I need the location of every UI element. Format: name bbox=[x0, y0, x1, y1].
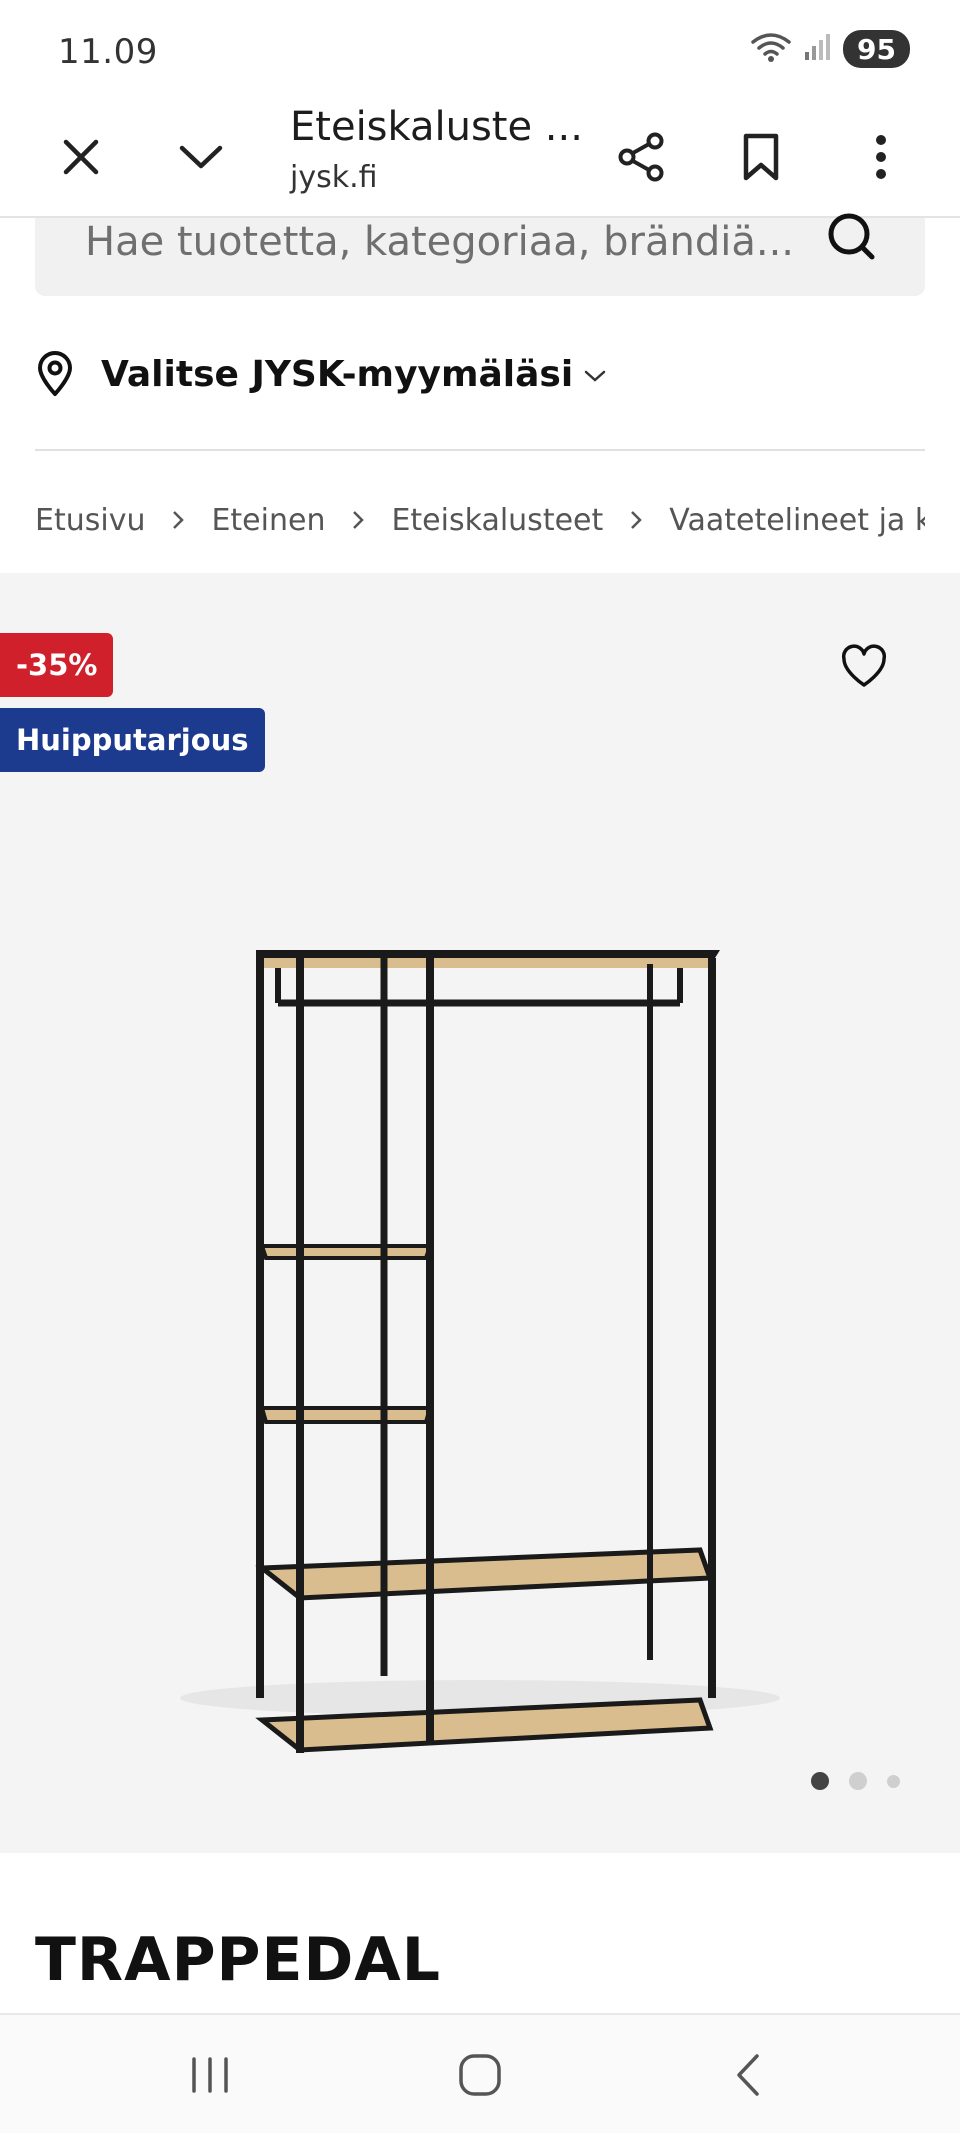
breadcrumb-item-vaatetelineet[interactable]: Vaatetelineet ja kenkä bbox=[669, 503, 925, 538]
chevron-right-icon bbox=[351, 509, 365, 531]
status-bar: 11.09 95 bbox=[0, 0, 960, 100]
divider bbox=[35, 449, 925, 451]
tab-title: Eteiskaluste ... bbox=[290, 104, 583, 150]
search-input[interactable]: Hae tuotetta, kategoriaa, brändiä... bbox=[35, 213, 925, 296]
close-icon bbox=[63, 139, 99, 175]
search-icon bbox=[828, 213, 875, 260]
breadcrumb-item-etusivu[interactable]: Etusivu bbox=[35, 503, 145, 538]
recent-apps-icon bbox=[192, 2057, 228, 2093]
chevron-down-icon bbox=[179, 145, 223, 169]
location-pin-icon bbox=[38, 351, 72, 396]
breadcrumb: Etusivu Eteinen Eteiskalusteet Vaateteli… bbox=[35, 495, 925, 545]
close-button[interactable] bbox=[38, 114, 124, 200]
back-button[interactable] bbox=[708, 2040, 788, 2110]
heart-icon bbox=[841, 644, 887, 687]
search-placeholder: Hae tuotetta, kategoriaa, brändiä... bbox=[85, 219, 795, 265]
product-image bbox=[140, 758, 820, 1758]
tab-url: jysk.fi bbox=[290, 160, 378, 195]
share-button[interactable] bbox=[598, 114, 684, 200]
more-options-button[interactable] bbox=[838, 114, 924, 200]
bookmark-icon bbox=[743, 133, 779, 181]
status-time: 11.09 bbox=[58, 32, 158, 72]
product-name: TRAPPEDAL bbox=[35, 1925, 441, 1995]
battery-indicator: 95 bbox=[843, 30, 910, 68]
discount-badge: -35% bbox=[0, 633, 114, 697]
chevron-down-icon bbox=[584, 370, 606, 382]
store-selector[interactable]: Valitse JYSK-myymäläsi bbox=[35, 340, 925, 408]
chevron-right-icon bbox=[629, 509, 643, 531]
search-button[interactable] bbox=[825, 210, 879, 268]
image-pagination bbox=[811, 1772, 900, 1790]
more-vertical-icon bbox=[876, 135, 886, 179]
back-icon bbox=[737, 2054, 759, 2096]
custom-tab-header: Eteiskaluste ... jysk.fi bbox=[0, 100, 960, 218]
recent-apps-button[interactable] bbox=[170, 2040, 250, 2110]
minimize-button[interactable] bbox=[158, 114, 244, 200]
system-navigation-bar bbox=[0, 2013, 960, 2133]
wifi-icon bbox=[749, 30, 793, 68]
breadcrumb-item-eteinen[interactable]: Eteinen bbox=[211, 503, 325, 538]
pagination-dot[interactable] bbox=[849, 1772, 867, 1790]
pagination-dot[interactable] bbox=[887, 1774, 900, 1788]
status-icons: 95 bbox=[749, 30, 910, 68]
chevron-right-icon bbox=[171, 509, 185, 531]
share-icon bbox=[618, 132, 664, 182]
store-selector-label: Valitse JYSK-myymäläsi bbox=[101, 353, 574, 395]
pagination-dot-active[interactable] bbox=[811, 1772, 829, 1790]
home-icon bbox=[459, 2054, 501, 2096]
bookmark-button[interactable] bbox=[718, 114, 804, 200]
signal-icon bbox=[803, 32, 833, 66]
breadcrumb-item-eteiskalusteet[interactable]: Eteiskalusteet bbox=[391, 503, 603, 538]
home-button[interactable] bbox=[440, 2040, 520, 2110]
favorite-button[interactable] bbox=[838, 641, 890, 693]
product-gallery[interactable]: -35% Huipputarjous bbox=[0, 573, 960, 1853]
